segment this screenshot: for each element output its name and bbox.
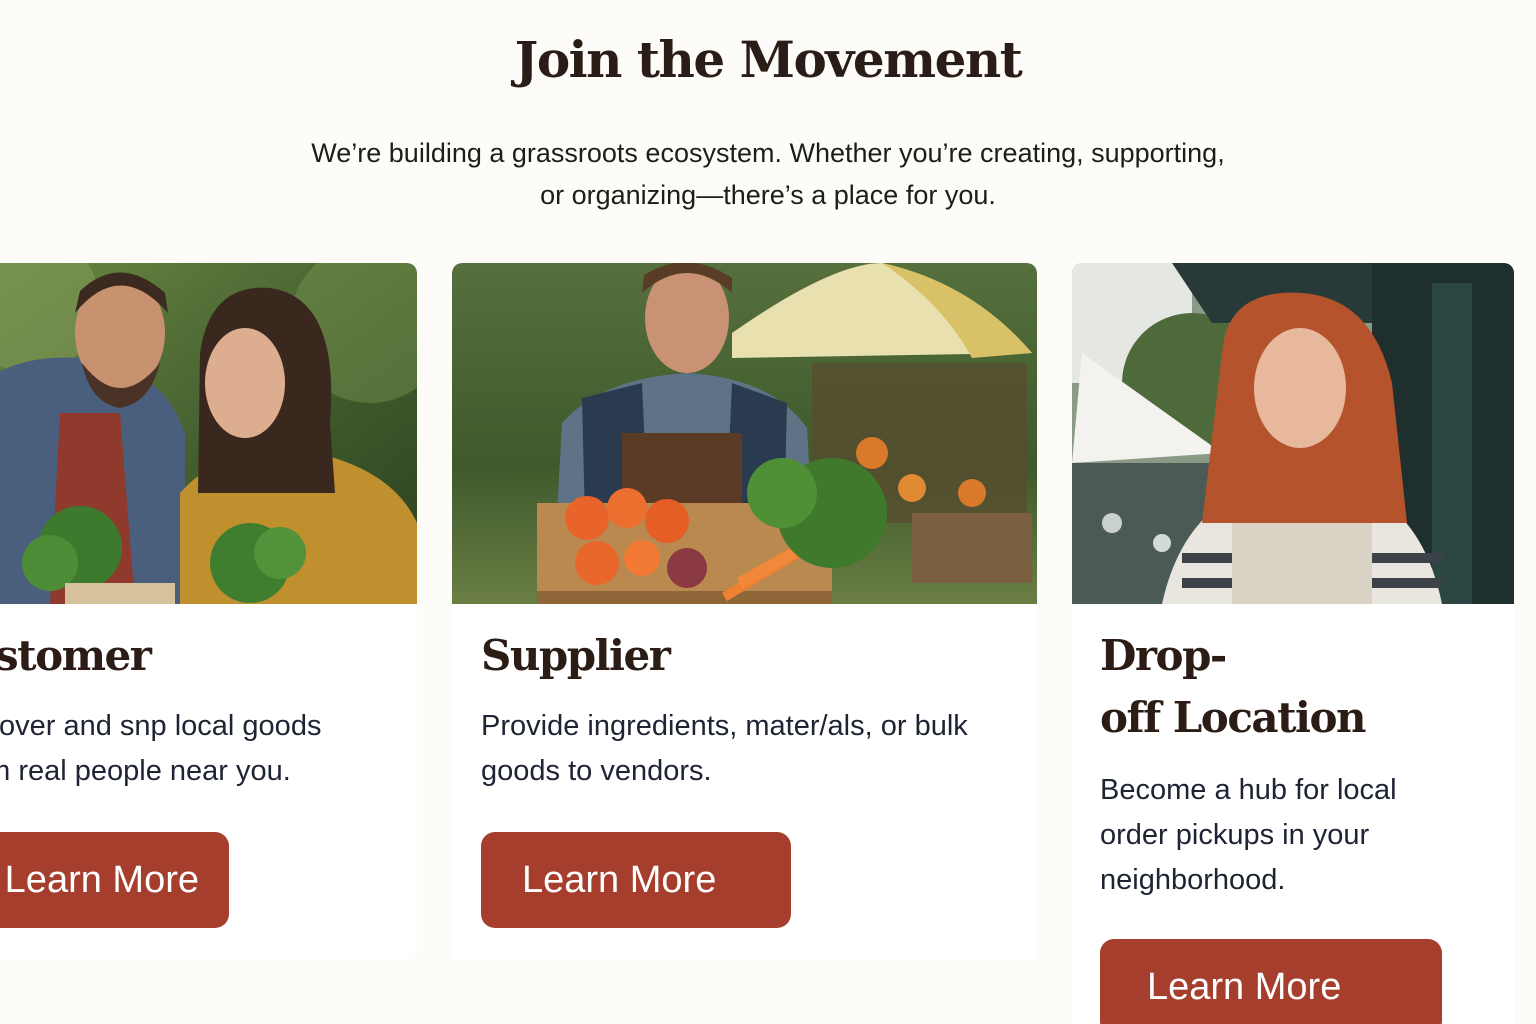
- card-description: Become a hub for local order pickups in …: [1100, 768, 1397, 903]
- card-title: Drop- off Location: [1100, 625, 1367, 749]
- intro-line-1: We’re building a grassroots ecosystem. W…: [311, 138, 1225, 168]
- card-description-line: om real people near you.: [0, 755, 291, 787]
- learn-more-button[interactable]: Learn More: [481, 832, 791, 928]
- learn-more-button[interactable]: Learn More: [0, 832, 229, 928]
- card-description-line: neighborhood.: [1100, 864, 1286, 896]
- drop-off-location-card: Drop- off Location Become a hub for loca…: [1072, 263, 1514, 1024]
- card-title: Supplier: [481, 631, 671, 680]
- section-intro: We’re building a grassroots ecosystem. W…: [0, 132, 1536, 216]
- woman-at-market-storefront-photo: [1072, 263, 1514, 604]
- card-description-line: Become a hub for local: [1100, 774, 1397, 806]
- card-title: ustomer: [0, 631, 152, 680]
- card-description: scover and snp local goods om real peopl…: [0, 704, 321, 794]
- card-title-line: off Location: [1100, 693, 1367, 742]
- join-the-movement-section: Join the Movement We’re building a grass…: [0, 0, 1536, 1024]
- customer-card: ustomer scover and snp local goods om re…: [0, 263, 417, 960]
- card-description: Provide ingredients, mater/als, or bulk …: [481, 704, 968, 794]
- couple-with-fresh-greens-photo: [0, 263, 417, 604]
- farmer-with-vegetable-crate-photo: [452, 263, 1037, 604]
- card-description-line: Provide ingredients, mater/als, or bulk: [481, 710, 968, 742]
- card-title-line: Drop-: [1100, 631, 1227, 680]
- section-title: Join the Movement: [514, 30, 1023, 89]
- intro-line-2: or organizing—there’s a place for you.: [540, 180, 996, 210]
- card-description-line: goods to vendors.: [481, 755, 712, 787]
- card-description-line: order pickups in your: [1100, 819, 1370, 851]
- card-description-line: scover and snp local goods: [0, 710, 322, 742]
- learn-more-button[interactable]: Learn More: [1100, 939, 1442, 1024]
- supplier-card: Supplier Provide ingredients, mater/als,…: [452, 263, 1037, 960]
